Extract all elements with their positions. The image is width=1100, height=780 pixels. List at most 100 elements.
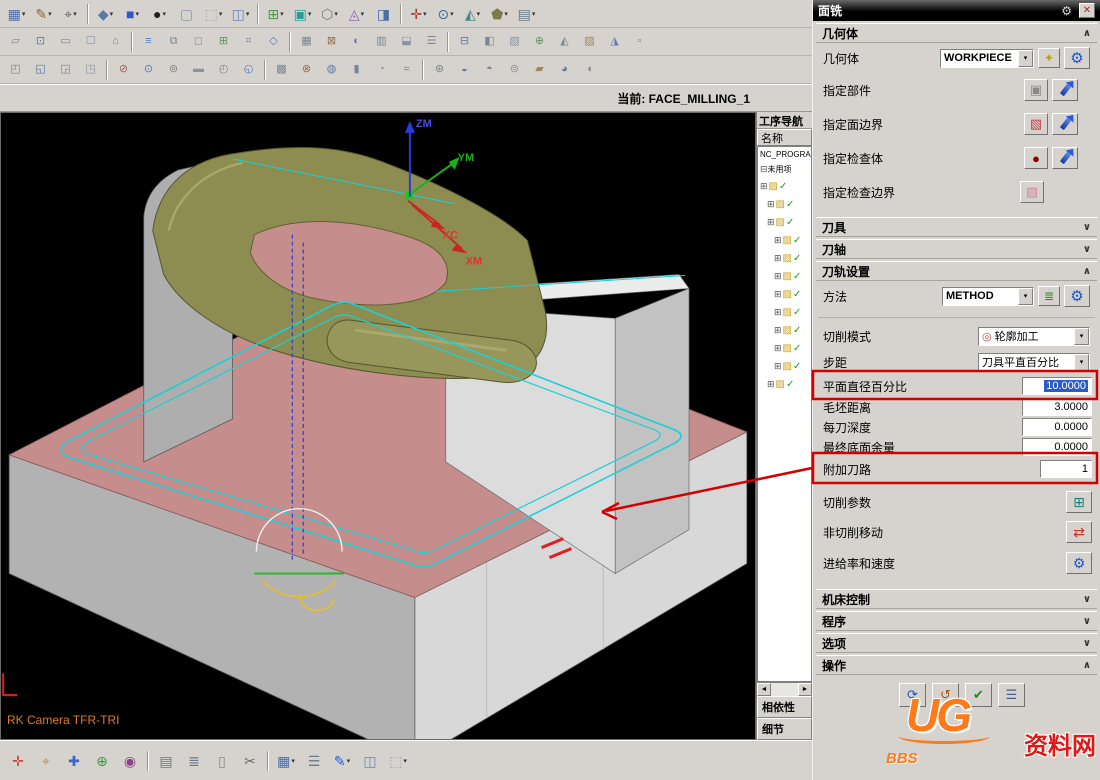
toolbar-button[interactable]: ▦ ▾: [273, 748, 299, 774]
collapse-icon[interactable]: ⊟: [760, 164, 768, 175]
toolbar-button[interactable]: ◮: [603, 31, 626, 53]
expander-icon[interactable]: ⊞: [774, 307, 782, 318]
display-face-boundary-button[interactable]: [1052, 113, 1078, 135]
toolbar-button[interactable]: ⌂: [104, 31, 127, 53]
section-actions[interactable]: 操作 ∧: [816, 655, 1097, 675]
toolbar-button[interactable]: ⊙: [137, 59, 160, 81]
navigator-tree-row[interactable]: ⊞ ▨ ✓: [758, 249, 811, 267]
toolbar-button[interactable]: ⌖ ▾: [58, 2, 83, 26]
toolbar-button[interactable]: ◐: [345, 31, 368, 53]
navigator-tree-row[interactable]: ⊞ ▨ ✓: [758, 267, 811, 285]
toolbar-button[interactable]: ☰: [420, 31, 443, 53]
toolbar-button[interactable]: ☰: [301, 748, 327, 774]
toolbar-button[interactable]: ⊠: [320, 31, 343, 53]
toolbar-button[interactable]: ✛ ▾: [406, 2, 431, 26]
depth-per-cut-input[interactable]: 0.0000: [1022, 418, 1092, 436]
navigator-tree-row[interactable]: ⊞ ▨ ✓: [758, 231, 811, 249]
toolbar-button[interactable]: ✛: [5, 748, 31, 774]
cut-pattern-select[interactable]: ◎ 轮廓加工 ▾: [978, 326, 1090, 346]
toolbar-button[interactable]: ⬟ ▾: [487, 2, 512, 26]
toolbar-button[interactable]: ◕: [553, 59, 576, 81]
toolbar-button[interactable]: ⊙ ▾: [433, 2, 458, 26]
geometry-select[interactable]: WORKPIECE ▾: [940, 48, 1034, 68]
display-part-button[interactable]: [1052, 79, 1078, 101]
toolbar-button[interactable]: ✎ ▾: [31, 2, 56, 26]
dropdown-arrow-icon[interactable]: ▾: [1074, 353, 1089, 371]
toolbar-button[interactable]: ◭: [553, 31, 576, 53]
navigator-tree-row[interactable]: ⊞ ▨ ✓: [758, 321, 811, 339]
select-check-body-button[interactable]: ●: [1024, 147, 1048, 169]
toolbar-button[interactable]: ◻: [187, 31, 210, 53]
section-tool[interactable]: 刀具 ∨: [816, 217, 1097, 237]
expander-icon[interactable]: ⊞: [767, 379, 775, 390]
toolbar-button[interactable]: ▣ ▾: [290, 2, 315, 26]
dependencies-panel-header[interactable]: 相依性: [757, 696, 812, 718]
toolbar-button[interactable]: ▮: [345, 59, 368, 81]
section-options[interactable]: 选项 ∨: [816, 633, 1097, 653]
toolbar-button[interactable]: ◱: [29, 59, 52, 81]
toolbar-button[interactable]: ⊕: [528, 31, 551, 53]
non-cutting-moves-button[interactable]: ⇄: [1066, 521, 1092, 543]
edit-geometry-button[interactable]: ⚙: [1064, 47, 1090, 69]
toolbar-button[interactable]: ⬚ ▾: [385, 748, 411, 774]
blank-distance-input[interactable]: 3.0000: [1022, 398, 1092, 416]
expander-icon[interactable]: ⊞: [774, 325, 782, 336]
navigator-tree-row[interactable]: ⊞ ▨ ✓: [758, 303, 811, 321]
toolbar-button[interactable]: ◓: [478, 59, 501, 81]
details-panel-header[interactable]: 细节: [757, 718, 812, 740]
expander-icon[interactable]: ⊞: [774, 361, 782, 372]
toolbar-button[interactable]: ⊚: [162, 59, 185, 81]
toolbar-button[interactable]: ✚: [61, 748, 87, 774]
toolbar-button[interactable]: ⧉: [162, 31, 185, 53]
dialog-title-bar[interactable]: 面铣 ⚙ ✕: [813, 0, 1100, 21]
toolbar-button[interactable]: ▱: [4, 31, 27, 53]
new-geometry-button[interactable]: ✦: [1038, 48, 1060, 68]
scroll-right-button[interactable]: ►: [798, 683, 812, 696]
scrollbar-track[interactable]: [771, 683, 798, 696]
toolbar-button[interactable]: ◲: [54, 59, 77, 81]
toolbar-button[interactable]: ▤: [153, 748, 179, 774]
toolbar-button[interactable]: ▩: [270, 59, 293, 81]
expander-icon[interactable]: ⊞: [774, 343, 782, 354]
replay-toolpath-button[interactable]: ↺: [932, 683, 959, 707]
expander-icon[interactable]: ⊞: [767, 217, 775, 228]
toolbar-button[interactable]: ⊕: [89, 748, 115, 774]
toolbar-button[interactable]: ▤ ▾: [514, 2, 539, 26]
section-geometry[interactable]: 几何体 ∧: [816, 23, 1097, 43]
toolbar-button[interactable]: ◍: [320, 59, 343, 81]
toolbar-button[interactable]: ⬚ ▾: [201, 2, 226, 26]
select-face-boundary-button[interactable]: ▧: [1024, 113, 1048, 135]
toolbar-button[interactable]: ⊞ ▾: [263, 2, 288, 26]
toolbar-button[interactable]: ▬: [187, 59, 210, 81]
toolbar-button[interactable]: ◒: [453, 59, 476, 81]
expander-icon[interactable]: ⊞: [774, 235, 782, 246]
select-part-button[interactable]: ▣: [1024, 79, 1048, 101]
navigator-hscrollbar[interactable]: ◄ ►: [757, 682, 812, 696]
toolbar-button[interactable]: ▨: [578, 31, 601, 53]
toolbar-button[interactable]: ▢: [174, 2, 199, 26]
toolbar-button[interactable]: ◬ ▾: [344, 2, 369, 26]
flat-diameter-input[interactable]: 10.0000: [1022, 377, 1092, 395]
toolbar-button[interactable]: ▰: [528, 59, 551, 81]
toolbar-button[interactable]: ⌖: [33, 748, 59, 774]
navigator-tree-row[interactable]: ⊞ ▨ ✓: [758, 177, 811, 195]
toolbar-button[interactable]: ▦: [295, 31, 318, 53]
generate-toolpath-button[interactable]: ⟳: [899, 683, 926, 707]
toolbar-button[interactable]: ◰: [4, 59, 27, 81]
dropdown-arrow-icon[interactable]: ▾: [1018, 49, 1033, 67]
toolbar-button[interactable]: ▦ ▾: [4, 2, 29, 26]
verify-toolpath-button[interactable]: ✔: [965, 683, 992, 707]
toolbar-button[interactable]: ◫ ▾: [228, 2, 253, 26]
toolbar-button[interactable]: ◆ ▾: [93, 2, 118, 26]
toolbar-button[interactable]: ≡: [137, 31, 160, 53]
toolbar-button[interactable]: ◴: [212, 59, 235, 81]
expander-icon[interactable]: ⊞: [760, 181, 768, 192]
display-check-body-button[interactable]: [1052, 147, 1078, 169]
toolbar-button[interactable]: ≈: [395, 59, 418, 81]
navigator-tree-row[interactable]: ⊞ ▨ ✓: [758, 285, 811, 303]
additional-passes-input[interactable]: 1: [1040, 460, 1092, 478]
dialog-close-button[interactable]: ✕: [1079, 3, 1095, 18]
list-toolpath-button[interactable]: ☰: [998, 683, 1025, 707]
toolbar-button[interactable]: ◇: [262, 31, 285, 53]
toolbar-button[interactable]: ⬡ ▾: [317, 2, 342, 26]
